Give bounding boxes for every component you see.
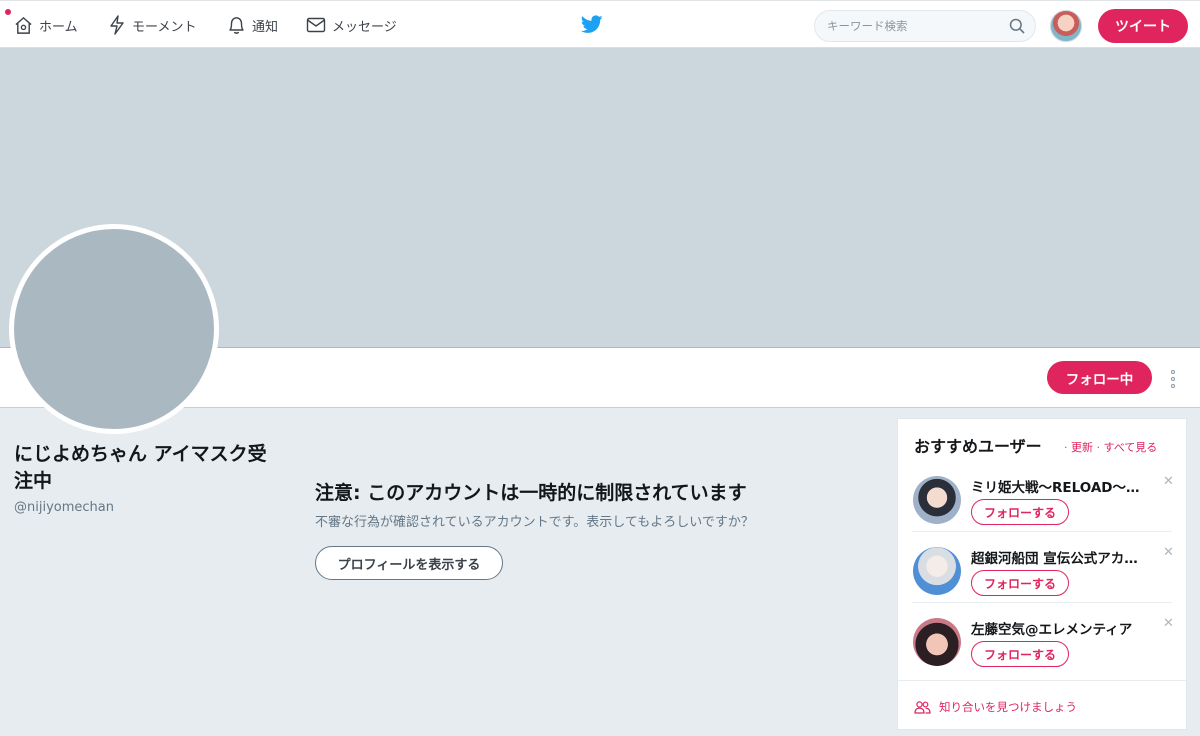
suggested-user-name[interactable]: 左藤空気@エレメンティア bbox=[971, 618, 1151, 638]
follow-button[interactable]: フォローする bbox=[971, 641, 1069, 667]
nav-messages[interactable]: メッセージ bbox=[306, 1, 397, 49]
divider bbox=[912, 602, 1172, 603]
divider bbox=[898, 680, 1186, 681]
dismiss-icon[interactable]: ✕ bbox=[1163, 616, 1174, 631]
suggested-user-name[interactable]: ミリ姫大戦～RELOAD～公式 bbox=[971, 476, 1151, 496]
suggested-user-avatar[interactable] bbox=[913, 618, 961, 666]
suggested-user[interactable]: 左藤空気@エレメンティア フォローする ✕ bbox=[898, 611, 1188, 682]
view-all-link[interactable]: すべて見る bbox=[1104, 441, 1158, 454]
twitter-bird-icon[interactable] bbox=[581, 15, 603, 34]
search-box[interactable] bbox=[814, 10, 1036, 42]
lightning-icon bbox=[110, 15, 124, 35]
people-icon bbox=[914, 700, 931, 714]
top-navigation: ホーム モーメント 通知 メッセージ ツイート bbox=[0, 0, 1200, 48]
search-input[interactable] bbox=[827, 11, 1007, 41]
profile-handle[interactable]: @nijiyomechan bbox=[14, 500, 114, 515]
nav-home[interactable]: ホーム bbox=[14, 1, 78, 49]
who-to-follow-panel: おすすめユーザー · 更新 · すべて見る ミリ姫大戦～RELOAD～公式 フォ… bbox=[897, 418, 1187, 730]
tweet-button[interactable]: ツイート bbox=[1098, 9, 1188, 43]
follow-button[interactable]: フォローする bbox=[971, 570, 1069, 596]
bell-icon bbox=[229, 17, 244, 34]
who-to-follow-links: · 更新 · すべて見る bbox=[1064, 441, 1158, 454]
nav-notifications[interactable]: 通知 bbox=[227, 1, 278, 49]
suggested-user[interactable]: 超銀河船団 宣伝公式アカウント フォローする ✕ bbox=[898, 540, 1188, 611]
following-button[interactable]: フォロー中 bbox=[1047, 361, 1152, 394]
nav-home-label: ホーム bbox=[39, 19, 78, 35]
divider bbox=[912, 531, 1172, 532]
search-icon[interactable] bbox=[1009, 18, 1025, 34]
profile-display-name: にじよめちゃん アイマスク受注中 bbox=[14, 443, 267, 492]
suggested-user-name[interactable]: 超銀河船団 宣伝公式アカウント bbox=[971, 547, 1151, 567]
find-friends-label[interactable]: 知り合いを見つけましょう bbox=[939, 699, 1077, 715]
home-icon bbox=[15, 16, 32, 34]
user-avatar[interactable] bbox=[1050, 10, 1082, 42]
more-options-icon[interactable] bbox=[1166, 368, 1180, 390]
who-to-follow-title: おすすめユーザー bbox=[914, 437, 1042, 456]
show-profile-button[interactable]: プロフィールを表示する bbox=[315, 546, 503, 580]
nav-notifications-label: 通知 bbox=[252, 19, 279, 35]
follow-button[interactable]: フォローする bbox=[971, 499, 1069, 525]
envelope-icon bbox=[306, 17, 326, 33]
nav-messages-label: メッセージ bbox=[332, 19, 397, 35]
nav-moments-label: モーメント bbox=[132, 19, 197, 35]
dismiss-icon[interactable]: ✕ bbox=[1163, 545, 1174, 560]
suggested-user[interactable]: ミリ姫大戦～RELOAD～公式 フォローする ✕ bbox=[898, 469, 1188, 540]
suggested-user-avatar[interactable] bbox=[913, 476, 961, 524]
restricted-warning-title: 注意: このアカウントは一時的に制限されています bbox=[315, 482, 747, 504]
notification-dot bbox=[5, 9, 11, 15]
dismiss-icon[interactable]: ✕ bbox=[1163, 474, 1174, 489]
find-friends-link[interactable]: 知り合いを見つけましょう bbox=[914, 699, 1077, 715]
refresh-link[interactable]: 更新 bbox=[1071, 441, 1093, 454]
profile-avatar bbox=[9, 224, 219, 434]
suggested-user-avatar[interactable] bbox=[913, 547, 961, 595]
restricted-warning-text: 不審な行為が確認されているアカウントです。表示してもよろしいですか？ bbox=[315, 515, 754, 530]
nav-moments[interactable]: モーメント bbox=[108, 1, 196, 49]
